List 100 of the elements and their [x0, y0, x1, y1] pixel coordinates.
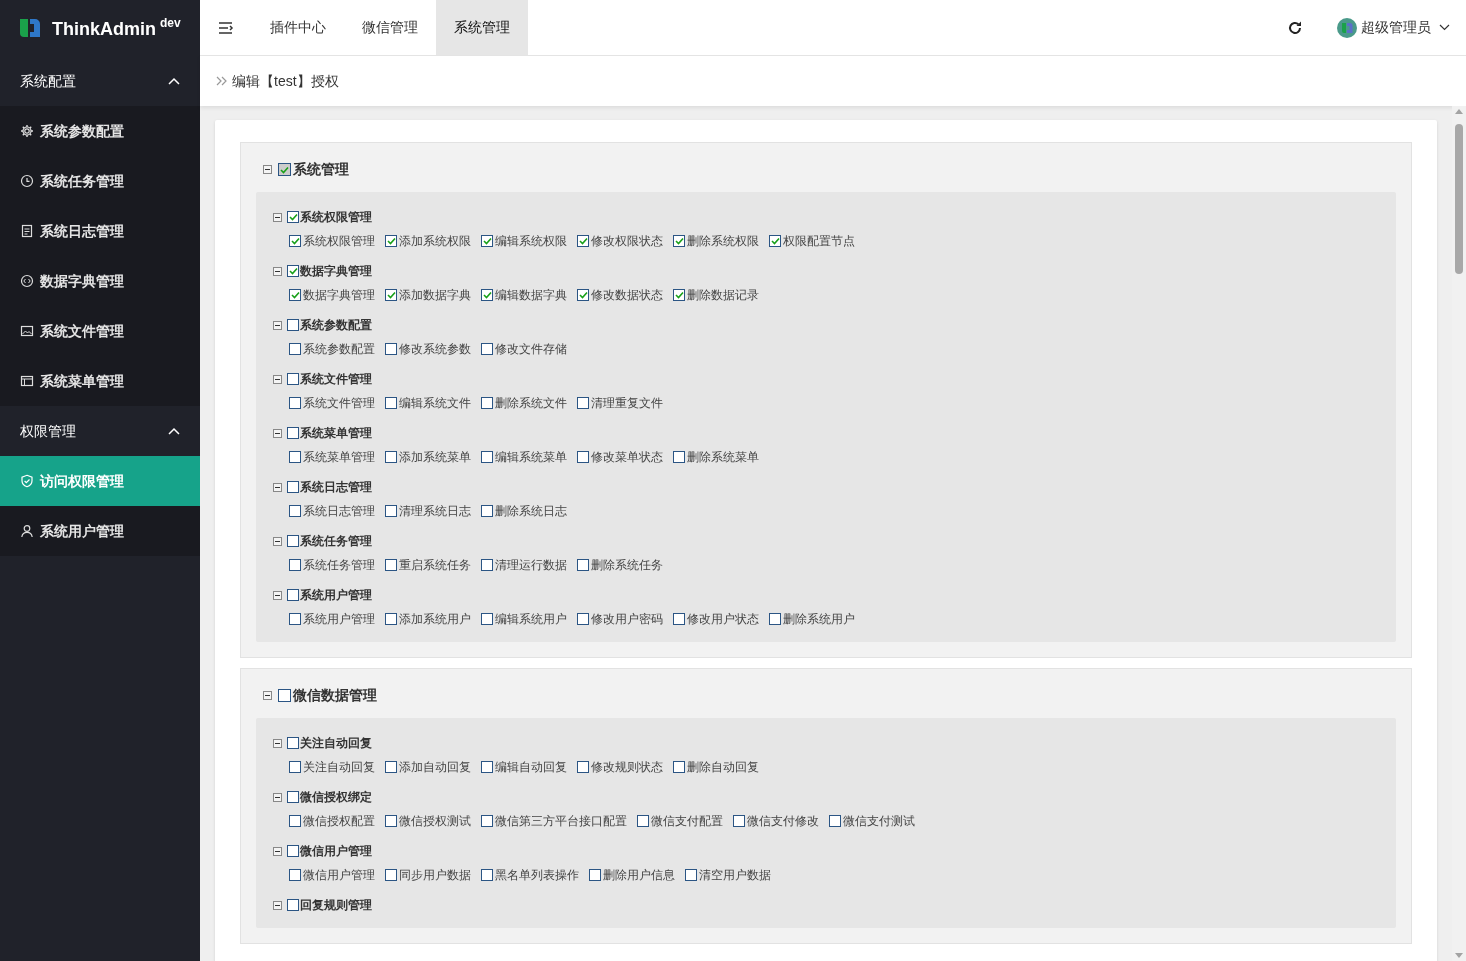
menu-icon[interactable] [218, 21, 234, 34]
checkbox[interactable] [289, 397, 301, 409]
permission-label: 删除系统任务 [591, 557, 663, 574]
collapse-icon[interactable] [273, 320, 282, 330]
checkbox[interactable] [673, 761, 685, 773]
checkbox[interactable] [481, 815, 493, 827]
checkbox[interactable] [673, 289, 685, 301]
collapse-icon[interactable] [273, 482, 282, 492]
sidebar-item[interactable]: 数据字典管理 [0, 256, 200, 306]
sidebar-item[interactable]: 系统日志管理 [0, 206, 200, 256]
checkbox[interactable] [385, 505, 397, 517]
nav-tab[interactable]: 插件中心 [252, 0, 344, 55]
collapse-icon[interactable] [273, 792, 282, 802]
checkbox[interactable] [481, 505, 493, 517]
checkbox[interactable] [385, 559, 397, 571]
checkbox[interactable] [287, 319, 299, 331]
sidebar-item[interactable]: 系统任务管理 [0, 156, 200, 206]
brand-tag: dev [160, 15, 181, 30]
collapse-icon[interactable] [273, 266, 282, 276]
checkbox[interactable] [481, 559, 493, 571]
checkbox[interactable] [278, 163, 291, 176]
user-menu[interactable]: 超级管理员 [1337, 17, 1450, 38]
collapse-icon[interactable] [273, 590, 282, 600]
checkbox[interactable] [289, 451, 301, 463]
checkbox[interactable] [287, 899, 299, 911]
checkbox[interactable] [769, 235, 781, 247]
checkbox[interactable] [287, 373, 299, 385]
sidebar-item[interactable]: 系统参数配置 [0, 106, 200, 156]
sidebar-item[interactable]: 系统菜单管理 [0, 356, 200, 406]
checkbox[interactable] [287, 589, 299, 601]
checkbox[interactable] [385, 289, 397, 301]
checkbox[interactable] [577, 397, 589, 409]
checkbox[interactable] [481, 451, 493, 463]
collapse-icon[interactable] [273, 738, 282, 748]
clock-icon [20, 174, 34, 188]
checkbox[interactable] [289, 761, 301, 773]
checkbox[interactable] [287, 265, 299, 277]
refresh-icon[interactable] [1287, 19, 1303, 36]
checkbox[interactable] [673, 613, 685, 625]
checkbox[interactable] [481, 289, 493, 301]
collapse-icon[interactable] [273, 536, 282, 546]
checkbox[interactable] [287, 791, 299, 803]
checkbox[interactable] [481, 613, 493, 625]
collapse-icon[interactable] [263, 165, 272, 174]
checkbox[interactable] [577, 451, 589, 463]
collapse-icon[interactable] [273, 900, 282, 910]
collapse-icon[interactable] [273, 374, 282, 384]
checkbox[interactable] [577, 559, 589, 571]
nav-tab[interactable]: 微信管理 [344, 0, 436, 55]
checkbox[interactable] [289, 235, 301, 247]
checkbox[interactable] [481, 761, 493, 773]
permission-label: 编辑系统权限 [495, 233, 567, 250]
checkbox[interactable] [278, 689, 291, 702]
checkbox[interactable] [685, 869, 697, 881]
sidebar-group[interactable]: 权限管理 [0, 406, 200, 456]
collapse-icon[interactable] [273, 212, 282, 222]
checkbox[interactable] [287, 211, 299, 223]
collapse-icon[interactable] [273, 428, 282, 438]
checkbox[interactable] [769, 613, 781, 625]
checkbox[interactable] [637, 815, 649, 827]
checkbox[interactable] [385, 235, 397, 247]
sidebar-group[interactable]: 系统配置 [0, 56, 200, 106]
collapse-icon[interactable] [273, 846, 282, 856]
checkbox[interactable] [577, 235, 589, 247]
checkbox[interactable] [289, 815, 301, 827]
checkbox[interactable] [673, 235, 685, 247]
checkbox[interactable] [289, 505, 301, 517]
checkbox[interactable] [385, 397, 397, 409]
checkbox[interactable] [385, 761, 397, 773]
checkbox[interactable] [289, 869, 301, 881]
checkbox[interactable] [577, 289, 589, 301]
nav-tab[interactable]: 系统管理 [436, 0, 528, 55]
checkbox[interactable] [289, 613, 301, 625]
checkbox[interactable] [289, 343, 301, 355]
checkbox[interactable] [577, 613, 589, 625]
checkbox[interactable] [287, 845, 299, 857]
checkbox[interactable] [385, 613, 397, 625]
checkbox[interactable] [287, 737, 299, 749]
checkbox[interactable] [385, 815, 397, 827]
checkbox[interactable] [733, 815, 745, 827]
checkbox[interactable] [481, 397, 493, 409]
checkbox[interactable] [287, 535, 299, 547]
checkbox[interactable] [385, 869, 397, 881]
permission-label: 删除用户信息 [603, 867, 675, 884]
checkbox[interactable] [673, 451, 685, 463]
checkbox[interactable] [287, 481, 299, 493]
checkbox[interactable] [289, 559, 301, 571]
sidebar-item[interactable]: 系统文件管理 [0, 306, 200, 356]
checkbox[interactable] [589, 869, 601, 881]
checkbox[interactable] [481, 869, 493, 881]
checkbox[interactable] [287, 427, 299, 439]
collapse-icon[interactable] [263, 691, 272, 700]
checkbox[interactable] [289, 289, 301, 301]
checkbox[interactable] [481, 343, 493, 355]
checkbox[interactable] [481, 235, 493, 247]
checkbox[interactable] [577, 761, 589, 773]
sidebar-item[interactable]: 系统用户管理 [0, 506, 200, 556]
checkbox[interactable] [829, 815, 841, 827]
checkbox[interactable] [385, 343, 397, 355]
checkbox[interactable] [385, 451, 397, 463]
